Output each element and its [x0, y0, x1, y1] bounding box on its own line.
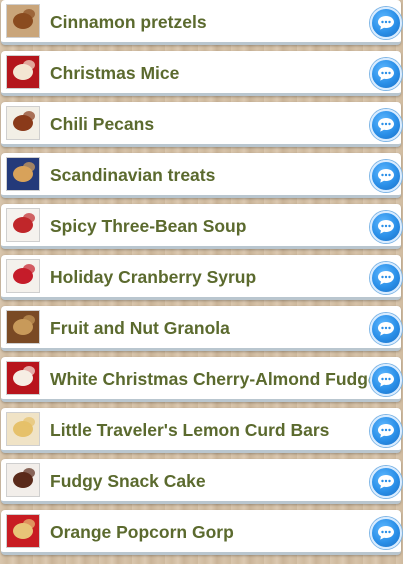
thumbnail-food-shape [23, 366, 35, 376]
thumbnail-food-shape [23, 315, 35, 325]
recipe-list-item[interactable]: Fruit and Nut Granola [1, 306, 402, 351]
thumbnail-food-shape [23, 519, 35, 529]
recipe-title: Spicy Three-Bean Soup [50, 216, 247, 236]
recipe-title: Chili Pecans [50, 114, 155, 134]
thumbnail-food-shape [23, 60, 35, 70]
thumbnail-food-shape [23, 162, 35, 172]
recipe-title: Scandinavian treats [50, 165, 216, 185]
chat-bubble-icon [378, 220, 394, 234]
thumbnail-food-shape [23, 9, 35, 19]
recipe-list-item[interactable]: Little Traveler's Lemon Curd Bars [1, 408, 402, 453]
recipe-title: Cinnamon pretzels [50, 12, 207, 32]
recipe-list-item[interactable]: Chili Pecans [1, 102, 402, 147]
recipe-thumbnail [6, 259, 40, 293]
recipe-title: Little Traveler's Lemon Curd Bars [50, 420, 330, 440]
thumbnail-food-shape [23, 213, 35, 223]
chat-bubble-button[interactable] [370, 517, 402, 549]
recipe-thumbnail [6, 310, 40, 344]
recipe-title: Fruit and Nut Granola [50, 318, 230, 338]
thumbnail-food-shape [23, 111, 35, 121]
recipe-thumbnail [6, 412, 40, 446]
chat-bubble-icon [378, 169, 394, 183]
chat-bubble-icon [378, 475, 394, 489]
chat-bubble-button[interactable] [370, 160, 402, 192]
chat-bubble-button[interactable] [370, 313, 402, 345]
thumbnail-food-shape [23, 468, 35, 478]
chat-bubble-icon [378, 118, 394, 132]
chat-bubble-button[interactable] [370, 109, 402, 141]
recipe-thumbnail [6, 463, 40, 497]
chat-bubble-button[interactable] [370, 262, 402, 294]
chat-bubble-button[interactable] [370, 7, 402, 39]
recipe-thumbnail [6, 106, 40, 140]
recipe-list-item[interactable]: Spicy Three-Bean Soup [1, 204, 402, 249]
recipe-thumbnail [6, 55, 40, 89]
chat-bubble-icon [378, 16, 394, 30]
chat-bubble-icon [378, 271, 394, 285]
chat-bubble-icon [378, 373, 394, 387]
chat-bubble-icon [378, 322, 394, 336]
chat-bubble-button[interactable] [370, 364, 402, 396]
recipe-title: White Christmas Cherry-Almond Fudge [50, 369, 378, 389]
recipe-title: Fudgy Snack Cake [50, 471, 206, 491]
recipe-list-item[interactable]: Cinnamon pretzels [1, 0, 402, 45]
recipe-list-item[interactable]: Orange Popcorn Gorp [1, 510, 402, 555]
recipe-thumbnail [6, 361, 40, 395]
chat-bubble-button[interactable] [370, 415, 402, 447]
recipe-list-item[interactable]: White Christmas Cherry-Almond Fudge [1, 357, 402, 402]
recipe-title: Orange Popcorn Gorp [50, 522, 234, 542]
chat-bubble-icon [378, 67, 394, 81]
recipe-title: Holiday Cranberry Syrup [50, 267, 257, 287]
recipe-thumbnail [6, 157, 40, 191]
recipe-title: Christmas Mice [50, 63, 180, 83]
chat-bubble-button[interactable] [370, 466, 402, 498]
thumbnail-food-shape [23, 417, 35, 427]
thumbnail-food-shape [23, 264, 35, 274]
recipe-list-item[interactable]: Christmas Mice [1, 51, 402, 96]
recipe-thumbnail [6, 514, 40, 548]
chat-bubble-icon [378, 526, 394, 540]
recipe-thumbnail [6, 4, 40, 38]
chat-bubble-button[interactable] [370, 58, 402, 90]
recipe-thumbnail [6, 208, 40, 242]
chat-bubble-button[interactable] [370, 211, 402, 243]
chat-bubble-icon [378, 424, 394, 438]
recipe-list-item[interactable]: Holiday Cranberry Syrup [1, 255, 402, 300]
recipe-list-item[interactable]: Fudgy Snack Cake [1, 459, 402, 504]
recipe-list-item[interactable]: Scandinavian treats [1, 153, 402, 198]
